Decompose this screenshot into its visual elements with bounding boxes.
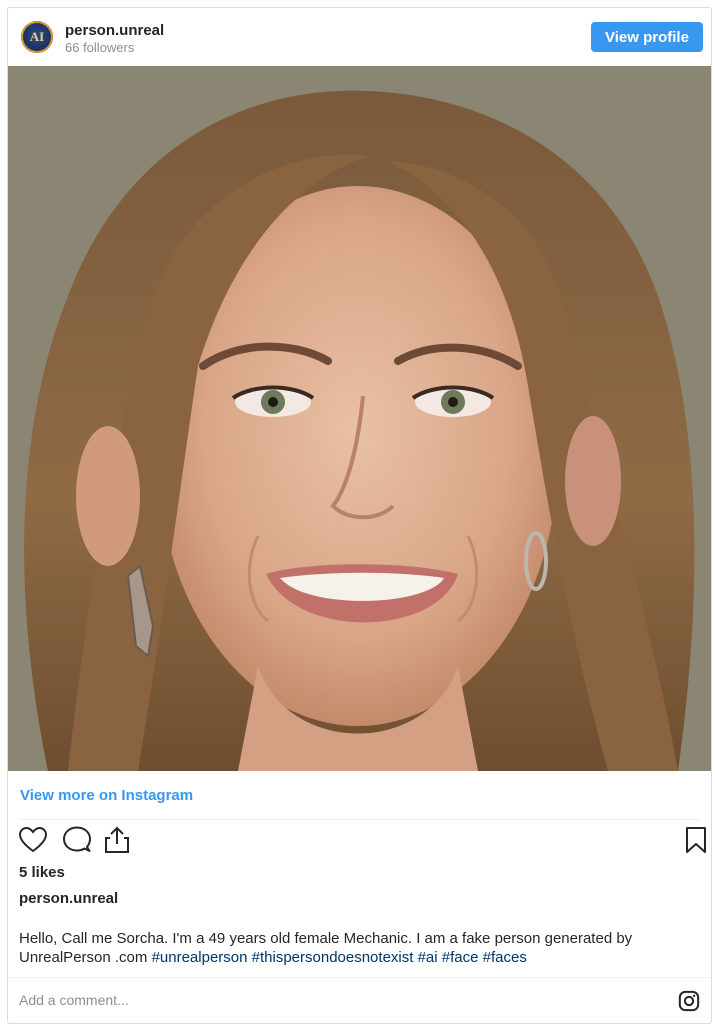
heart-icon[interactable] <box>18 825 48 855</box>
comment-bar: Add a comment... <box>8 977 711 1023</box>
follower-count: 66 followers <box>65 40 135 55</box>
view-profile-button[interactable]: View profile <box>591 22 703 52</box>
username[interactable]: person.unreal <box>65 22 164 39</box>
caption-author[interactable]: person.unreal <box>19 890 118 907</box>
caption-text: Hello, Call me Sorcha. I'm a 49 years ol… <box>19 929 699 967</box>
hashtag[interactable]: #unrealperson <box>152 949 248 966</box>
view-more-link[interactable]: View more on Instagram <box>20 787 193 804</box>
avatar[interactable]: AI <box>21 21 53 53</box>
avatar-logo-text: AI <box>29 29 45 44</box>
comment-input[interactable]: Add a comment... <box>19 992 129 1008</box>
instagram-icon[interactable] <box>678 990 700 1012</box>
bookmark-icon[interactable] <box>681 825 711 855</box>
post-photo[interactable] <box>8 66 711 771</box>
share-icon[interactable] <box>102 825 132 855</box>
like-count[interactable]: 5 likes <box>19 864 65 881</box>
hashtag[interactable]: #thispersondoesnotexist <box>252 949 414 966</box>
hashtag[interactable]: #face <box>442 949 479 966</box>
instagram-embed-card: AI person.unreal 66 followers View profi… <box>7 7 712 1024</box>
comment-icon[interactable] <box>62 825 92 855</box>
hashtag[interactable]: #ai <box>418 949 438 966</box>
post-header: AI person.unreal 66 followers View profi… <box>8 8 711 66</box>
action-bar <box>16 825 706 857</box>
hashtag[interactable]: #faces <box>483 949 527 966</box>
portrait-image <box>8 66 711 771</box>
divider <box>19 819 700 820</box>
